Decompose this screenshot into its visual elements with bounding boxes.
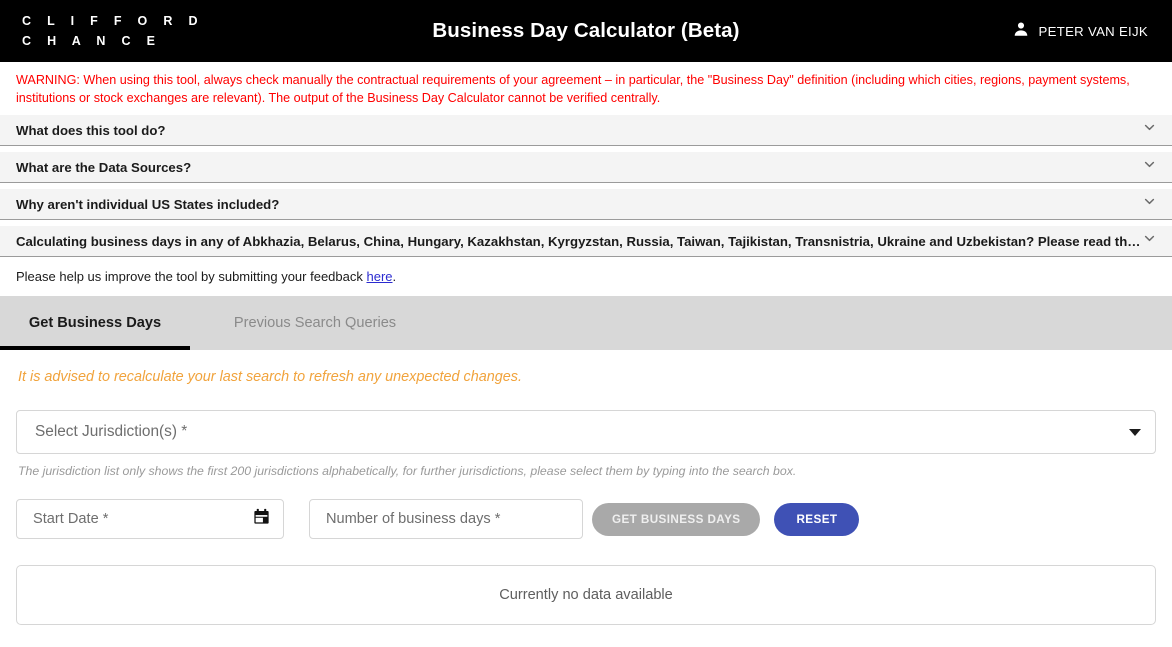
accordion-item-data-sources[interactable]: What are the Data Sources? bbox=[0, 152, 1172, 183]
feedback-line: Please help us improve the tool by submi… bbox=[0, 257, 1172, 296]
feedback-link[interactable]: here bbox=[366, 269, 392, 284]
tab-label: Get Business Days bbox=[28, 315, 162, 331]
jurisdiction-placeholder: Select Jurisdiction(s) * bbox=[35, 423, 188, 440]
results-empty-message: Currently no data available bbox=[499, 587, 673, 603]
accordion-item-what-does-this-tool-do[interactable]: What does this tool do? bbox=[0, 115, 1172, 146]
chevron-down-icon[interactable] bbox=[1141, 230, 1158, 252]
accordion-item-special-jurisdictions[interactable]: Calculating business days in any of Abkh… bbox=[0, 226, 1172, 257]
warning-banner: WARNING: When using this tool, always ch… bbox=[16, 73, 1130, 105]
advisory-text: It is advised to recalculate your last s… bbox=[18, 369, 522, 385]
brand-line-1: C L I F F O R D bbox=[22, 14, 204, 28]
user-name-label: PETER VAN EIJK bbox=[1038, 23, 1148, 39]
faq-accordion-list: What does this tool do? What are the Dat… bbox=[0, 115, 1172, 257]
accordion-title: Calculating business days in any of Abkh… bbox=[16, 233, 1141, 249]
chevron-down-icon[interactable] bbox=[1141, 119, 1158, 141]
user-menu[interactable]: PETER VAN EIJK bbox=[1012, 0, 1148, 62]
clifford-chance-logo: C L I F F O R D C H A N C E bbox=[22, 11, 204, 51]
jurisdiction-row: Select Jurisdiction(s) * The jurisdictio… bbox=[16, 410, 1156, 478]
results-panel: Currently no data available bbox=[16, 565, 1156, 625]
jurisdiction-hint: The jurisdiction list only shows the fir… bbox=[18, 464, 797, 478]
tab-previous-search-queries[interactable]: Previous Search Queries bbox=[190, 296, 440, 350]
jurisdiction-select[interactable]: Select Jurisdiction(s) * bbox=[16, 410, 1156, 454]
accordion-title: Why aren't individual US States included… bbox=[16, 196, 280, 212]
start-date-placeholder: Start Date * bbox=[33, 511, 109, 527]
inputs-row: Start Date * Number of business days * G… bbox=[16, 499, 1156, 539]
start-date-field[interactable]: Start Date * bbox=[16, 499, 284, 539]
person-icon bbox=[1012, 20, 1030, 43]
chevron-down-icon[interactable] bbox=[1141, 156, 1158, 178]
caret-down-icon[interactable] bbox=[1129, 428, 1141, 436]
accordion-title: What are the Data Sources? bbox=[16, 159, 192, 175]
business-days-placeholder: Number of business days * bbox=[326, 511, 501, 527]
calendar-icon[interactable] bbox=[252, 507, 271, 531]
brand-line-2: C H A N C E bbox=[22, 34, 162, 48]
business-days-field[interactable]: Number of business days * bbox=[309, 499, 583, 539]
reset-button[interactable]: RESET bbox=[774, 502, 860, 536]
accordion-title: What does this tool do? bbox=[16, 122, 166, 138]
feedback-text-after: . bbox=[392, 269, 397, 284]
tab-get-business-days[interactable]: Get Business Days bbox=[0, 296, 190, 350]
business-days-form: It is advised to recalculate your last s… bbox=[0, 350, 1172, 539]
app-header: C L I F F O R D C H A N C E Business Day… bbox=[0, 0, 1172, 62]
tab-label: Previous Search Queries bbox=[233, 315, 397, 331]
get-business-days-button[interactable]: GET BUSINESS DAYS bbox=[592, 502, 761, 536]
accordion-item-us-states[interactable]: Why aren't individual US States included… bbox=[0, 189, 1172, 220]
feedback-text-before: Please help us improve the tool by submi… bbox=[16, 269, 367, 284]
chevron-down-icon[interactable] bbox=[1141, 193, 1158, 215]
tab-bar: Get Business Days Previous Search Querie… bbox=[0, 296, 1172, 350]
